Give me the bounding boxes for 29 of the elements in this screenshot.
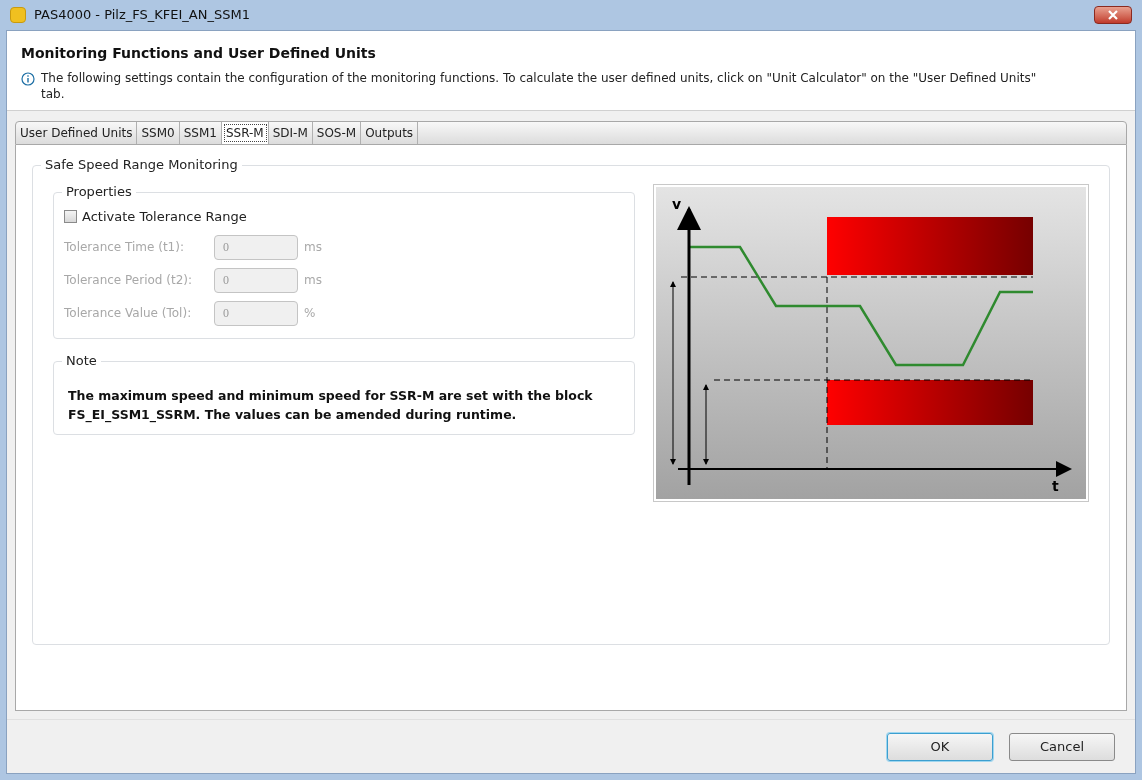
note-text: The maximum speed and minimum speed for SSR-M are set with the block FS_EI_SSM1_SSRM. The values can be amended during runtime. xyxy=(68,386,594,424)
tab[interactable]: SSM0 xyxy=(137,122,180,144)
group-title: Safe Speed Range Monitoring xyxy=(41,156,242,174)
ok-button[interactable]: OK xyxy=(887,732,993,761)
cancel-button[interactable]: Cancel xyxy=(1009,732,1115,761)
field-label: Tolerance Time (t1): xyxy=(64,239,185,256)
tab[interactable]: Outputs xyxy=(361,122,419,144)
checkbox-label: Activate Tolerance Range xyxy=(82,208,247,226)
unit-label: ms xyxy=(304,239,322,256)
field-label: Tolerance Value (Tol): xyxy=(64,305,193,322)
unit-label: ms xyxy=(304,272,322,289)
tab[interactable]: SSM1 xyxy=(179,122,222,144)
field-label: Tolerance Period (t2): xyxy=(64,272,193,289)
checkbox[interactable] xyxy=(64,210,77,224)
app-icon xyxy=(10,7,26,23)
tab[interactable]: SDI-M xyxy=(268,122,313,144)
close-icon xyxy=(1108,10,1118,20)
info-text: The following settings contain the configuration of the monitoring functions. To calculate the user defined units, click on "Unit Calculator" on the "User Defined Units" tab. xyxy=(41,70,1038,102)
info-icon xyxy=(21,72,35,86)
group-title: Properties xyxy=(62,183,136,201)
v-axis-label: v xyxy=(672,196,682,212)
unit-label: % xyxy=(304,305,316,322)
tab[interactable]: SOS-M xyxy=(312,122,362,144)
window-title: PAS4000 - Pilz_FS_KFEI_AN_SSM1 xyxy=(34,6,251,25)
tab[interactable]: SSR-M xyxy=(221,122,269,144)
close-button[interactable] xyxy=(1094,6,1132,24)
t-axis-label: t xyxy=(1052,478,1059,494)
tab[interactable]: User Defined Units xyxy=(16,122,138,144)
page-title: Monitoring Functions and User Defined Units xyxy=(21,44,377,63)
